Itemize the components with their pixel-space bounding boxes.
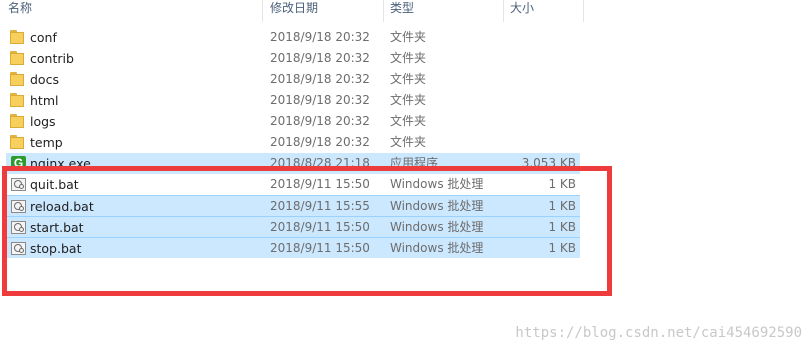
file-date: 2018/8/28 21:18 [270,156,370,170]
folder-icon [10,135,26,149]
file-date: 2018/9/18 20:32 [270,135,370,149]
file-row-quit-bat[interactable]: quit.bat 2018/9/11 15:50 Windows 批处理 1 K… [6,174,580,195]
file-name: logs [30,114,56,129]
batch-file-icon [11,178,26,191]
file-type: Windows 批处理 [390,177,484,191]
file-type: 文件夹 [390,72,427,86]
file-size: 1 KB [548,220,576,234]
file-row-logs[interactable]: logs 2018/9/18 20:32 文件夹 [6,111,580,132]
file-name: start.bat [30,220,84,235]
column-header-bar: 名称 修改日期 类型 大小 [0,0,584,24]
column-divider[interactable] [503,0,504,22]
file-row-temp[interactable]: temp 2018/9/18 20:32 文件夹 [6,132,580,153]
file-date: 2018/9/11 15:50 [270,177,370,191]
folder-icon [10,51,26,65]
file-name: nginx.exe [30,156,91,171]
file-type: 文件夹 [390,135,427,149]
file-date: 2018/9/18 20:32 [270,114,370,128]
file-date: 2018/9/11 15:50 [270,241,370,255]
file-name: html [30,93,59,108]
file-size: 3,053 KB [521,156,576,170]
file-name: conf [30,30,57,45]
file-date: 2018/9/11 15:50 [270,220,370,234]
batch-file-icon [11,221,26,234]
file-row-start-bat[interactable]: start.bat 2018/9/11 15:50 Windows 批处理 1 … [6,216,580,237]
file-row-reload-bat[interactable]: reload.bat 2018/9/11 15:55 Windows 批处理 1… [6,195,580,216]
file-name: stop.bat [30,241,82,256]
file-type: 文件夹 [390,30,427,44]
file-row-html[interactable]: html 2018/9/18 20:32 文件夹 [6,90,580,111]
file-type: 文件夹 [390,114,427,128]
file-type: Windows 批处理 [390,220,484,234]
file-row-docs[interactable]: docs 2018/9/18 20:32 文件夹 [6,69,580,90]
file-date: 2018/9/18 20:32 [270,93,370,107]
batch-file-icon [11,200,26,213]
file-name: docs [30,72,59,87]
file-row-nginx-exe[interactable]: G nginx.exe 2018/8/28 21:18 应用程序 3,053 K… [6,153,580,174]
folder-icon [10,93,26,107]
file-row-conf[interactable]: conf 2018/9/18 20:32 文件夹 [6,27,580,48]
column-header-size[interactable]: 大小 [510,0,534,22]
nginx-app-icon: G [11,156,26,171]
file-name: contrib [30,51,74,66]
folder-icon [10,30,26,44]
file-size: 1 KB [548,199,576,213]
column-header-date[interactable]: 修改日期 [270,0,318,22]
batch-file-icon [11,242,26,255]
file-date: 2018/9/18 20:32 [270,72,370,86]
watermark: https://blog.csdn.net/cai454692590 [515,325,802,341]
file-row-contrib[interactable]: contrib 2018/9/18 20:32 文件夹 [6,48,580,69]
file-row-stop-bat[interactable]: stop.bat 2018/9/11 15:50 Windows 批处理 1 K… [6,237,580,258]
folder-icon [10,114,26,128]
file-type: 应用程序 [390,156,439,170]
file-size: 1 KB [548,241,576,255]
file-date: 2018/9/11 15:55 [270,199,370,213]
file-date: 2018/9/18 20:32 [270,51,370,65]
file-type: 文件夹 [390,51,427,65]
column-header-name[interactable]: 名称 [8,0,32,22]
file-name: quit.bat [30,177,79,192]
file-type: Windows 批处理 [390,199,484,213]
file-type: 文件夹 [390,93,427,107]
file-name: reload.bat [30,199,94,214]
file-type: Windows 批处理 [390,241,484,255]
file-date: 2018/9/18 20:32 [270,30,370,44]
file-name: temp [30,135,63,150]
file-size: 1 KB [548,177,576,191]
column-divider[interactable] [583,0,584,22]
column-divider[interactable] [262,0,263,22]
column-divider[interactable] [383,0,384,22]
column-header-type[interactable]: 类型 [390,0,414,22]
folder-icon [10,72,26,86]
